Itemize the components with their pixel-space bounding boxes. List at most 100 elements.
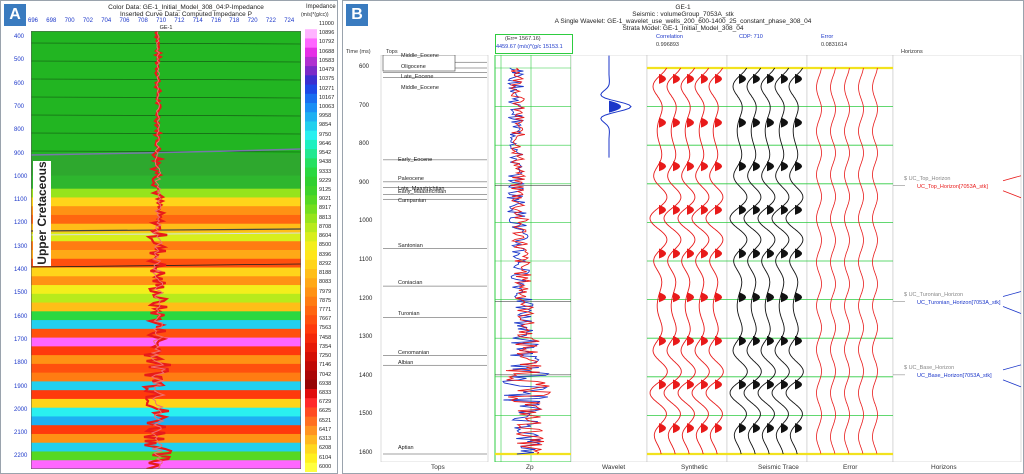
colorbar-swatch: [305, 93, 317, 104]
impedance-layer: [31, 188, 301, 199]
curve-data-title: Inserted Curve Data: Computed Impedance …: [120, 11, 252, 18]
top-tick-label: 702: [82, 18, 93, 24]
top-label: Campanian: [398, 198, 427, 205]
horizon-volume-label: UC_Top_Horizon[7053A_stk]: [917, 183, 988, 190]
impedance-layer: [31, 355, 301, 365]
colorbar-tick-label: 7667: [319, 316, 332, 323]
colorbar-swatch: [305, 278, 317, 289]
impedance-layer: [31, 267, 301, 277]
time-tick-label: 800: [359, 141, 370, 148]
top-tick-label: 698: [46, 18, 57, 24]
colorbar-tick-label: 7354: [319, 343, 332, 350]
impedance-layer: [31, 381, 301, 391]
colorbar: [305, 20, 317, 472]
synthetic-track-label: Synthetic: [681, 464, 708, 471]
top-label: Oligocene: [401, 64, 426, 70]
horizon-name-label: $ UC_Turonian_Horizon: [904, 291, 964, 298]
top-tick-label: 704: [101, 18, 112, 24]
depth-tick-label: 800: [14, 127, 25, 134]
top-tick-label: 720: [247, 18, 258, 24]
horizon-volume-label: UC_Base_Horizon[7053A_stk]: [917, 372, 992, 379]
colorbar-tick-label: 8396: [319, 251, 332, 258]
panel-a-label: A: [4, 4, 26, 26]
impedance-section: [31, 31, 301, 469]
colorbar-tick-label: 8604: [319, 233, 332, 240]
colorbar-tick-label: 7771: [319, 306, 332, 313]
tops-track-frame: [380, 55, 489, 462]
correlation-label: Correlation: [656, 34, 683, 40]
colorbar-swatch: [305, 305, 317, 316]
colorbar-tick-label: 9333: [319, 168, 332, 175]
impedance-layer: [31, 346, 301, 356]
colorbar-swatch: [305, 195, 317, 205]
depth-tick-label: 500: [14, 57, 25, 64]
impedance-layer: [31, 153, 301, 177]
colorbar-swatch: [305, 352, 317, 362]
colorbar-swatch: [305, 121, 317, 132]
depth-tick-label: 1200: [14, 220, 28, 227]
upper-cretaceous-annotation: Upper Cretaceous: [35, 161, 49, 265]
horizon-volume-label: UC_Turonian_Horizon[7053A_stk]: [917, 299, 1001, 306]
colorbar-swatch: [305, 388, 317, 399]
top-label: Cenomanian: [398, 349, 430, 356]
panel-a: A Color Data: GE-1_Initial_Model_308_04:…: [0, 0, 338, 474]
top-label: Albian: [398, 360, 414, 367]
top-label: Middle_Eocene: [401, 53, 439, 60]
top-label: Middle_Eocene: [401, 84, 439, 91]
depth-tick-label: 1600: [14, 313, 28, 320]
colorbar-swatch: [305, 435, 317, 445]
impedance-layer: [31, 442, 301, 453]
colorbar-swatch: [305, 56, 317, 67]
colorbar-swatch: [305, 158, 317, 169]
depth-tick-label: 1400: [14, 267, 28, 273]
colorbar-swatch: [305, 370, 317, 381]
colorbar-swatch: [305, 379, 317, 390]
error-value: 0.0831614: [821, 42, 847, 48]
horizon-name-label: $ UC_Top_Horizon: [904, 175, 951, 182]
colorbar-tick-label: 8917: [319, 205, 332, 212]
colorbar-tick-label: 10583: [319, 57, 335, 64]
error-label: Error: [821, 34, 834, 40]
colorbar-swatch: [305, 213, 317, 224]
colorbar-tick-label: 6833: [319, 389, 332, 396]
colorbar-swatch: [305, 425, 317, 436]
colorbar-tick-label: 6313: [319, 436, 332, 443]
top-label: Coniacian: [398, 280, 423, 287]
colorbar-tick-label: 6938: [319, 380, 332, 387]
colorbar-swatch: [305, 342, 317, 353]
time-tick-label: 1500: [359, 411, 373, 418]
seismic-header: Seismic : volumeGroup_7053A_stk: [632, 11, 734, 18]
time-tick-label: 1200: [359, 295, 373, 302]
colorbar-tick-label: 8500: [319, 242, 332, 249]
colorbar-swatch: [305, 333, 317, 344]
colorbar-swatch: [305, 130, 317, 141]
panel-b: B GE-1 Seismic : volumeGroup_7053A_stk A…: [342, 0, 1024, 474]
top-label: Aptian: [398, 445, 414, 451]
colorbar-tick-label: 7458: [319, 334, 332, 341]
depth-tick-label: 900: [14, 150, 25, 157]
top-label: Turonian: [398, 311, 420, 318]
colorbar-swatch: [305, 232, 317, 242]
colorbar-swatch: [305, 222, 317, 233]
zp-error: (Err= 1567.16): [505, 36, 541, 42]
strata-header: Strata Model: GE-1_Initial_Model_308_04: [622, 25, 744, 32]
time-tick-label: 1600: [359, 450, 373, 456]
well-tie-tracks: [380, 55, 1022, 462]
impedance-layer: [31, 31, 301, 155]
colorbar-tick-label: 8188: [319, 270, 332, 277]
colorbar-swatch: [305, 204, 317, 215]
impedance-layer: [31, 433, 301, 444]
colorbar-tick-label: 6104: [319, 454, 332, 461]
depth-tick-label: 1900: [14, 383, 28, 390]
colorbar-tick-label: 9750: [319, 131, 332, 138]
colorbar-tick-label: 7146: [319, 362, 332, 369]
colorbar-swatch: [305, 315, 317, 325]
time-tick-label: 1300: [359, 334, 373, 341]
colorbar-swatch: [305, 75, 317, 86]
colorbar-tick-label: 6208: [319, 445, 332, 452]
zp-track-label: Zp: [526, 464, 534, 471]
colorbar-swatch: [305, 296, 317, 307]
colorbar-tick-label: 7875: [319, 297, 332, 304]
cdp-label: CDP: 710: [739, 34, 763, 40]
impedance-layer: [31, 214, 301, 225]
